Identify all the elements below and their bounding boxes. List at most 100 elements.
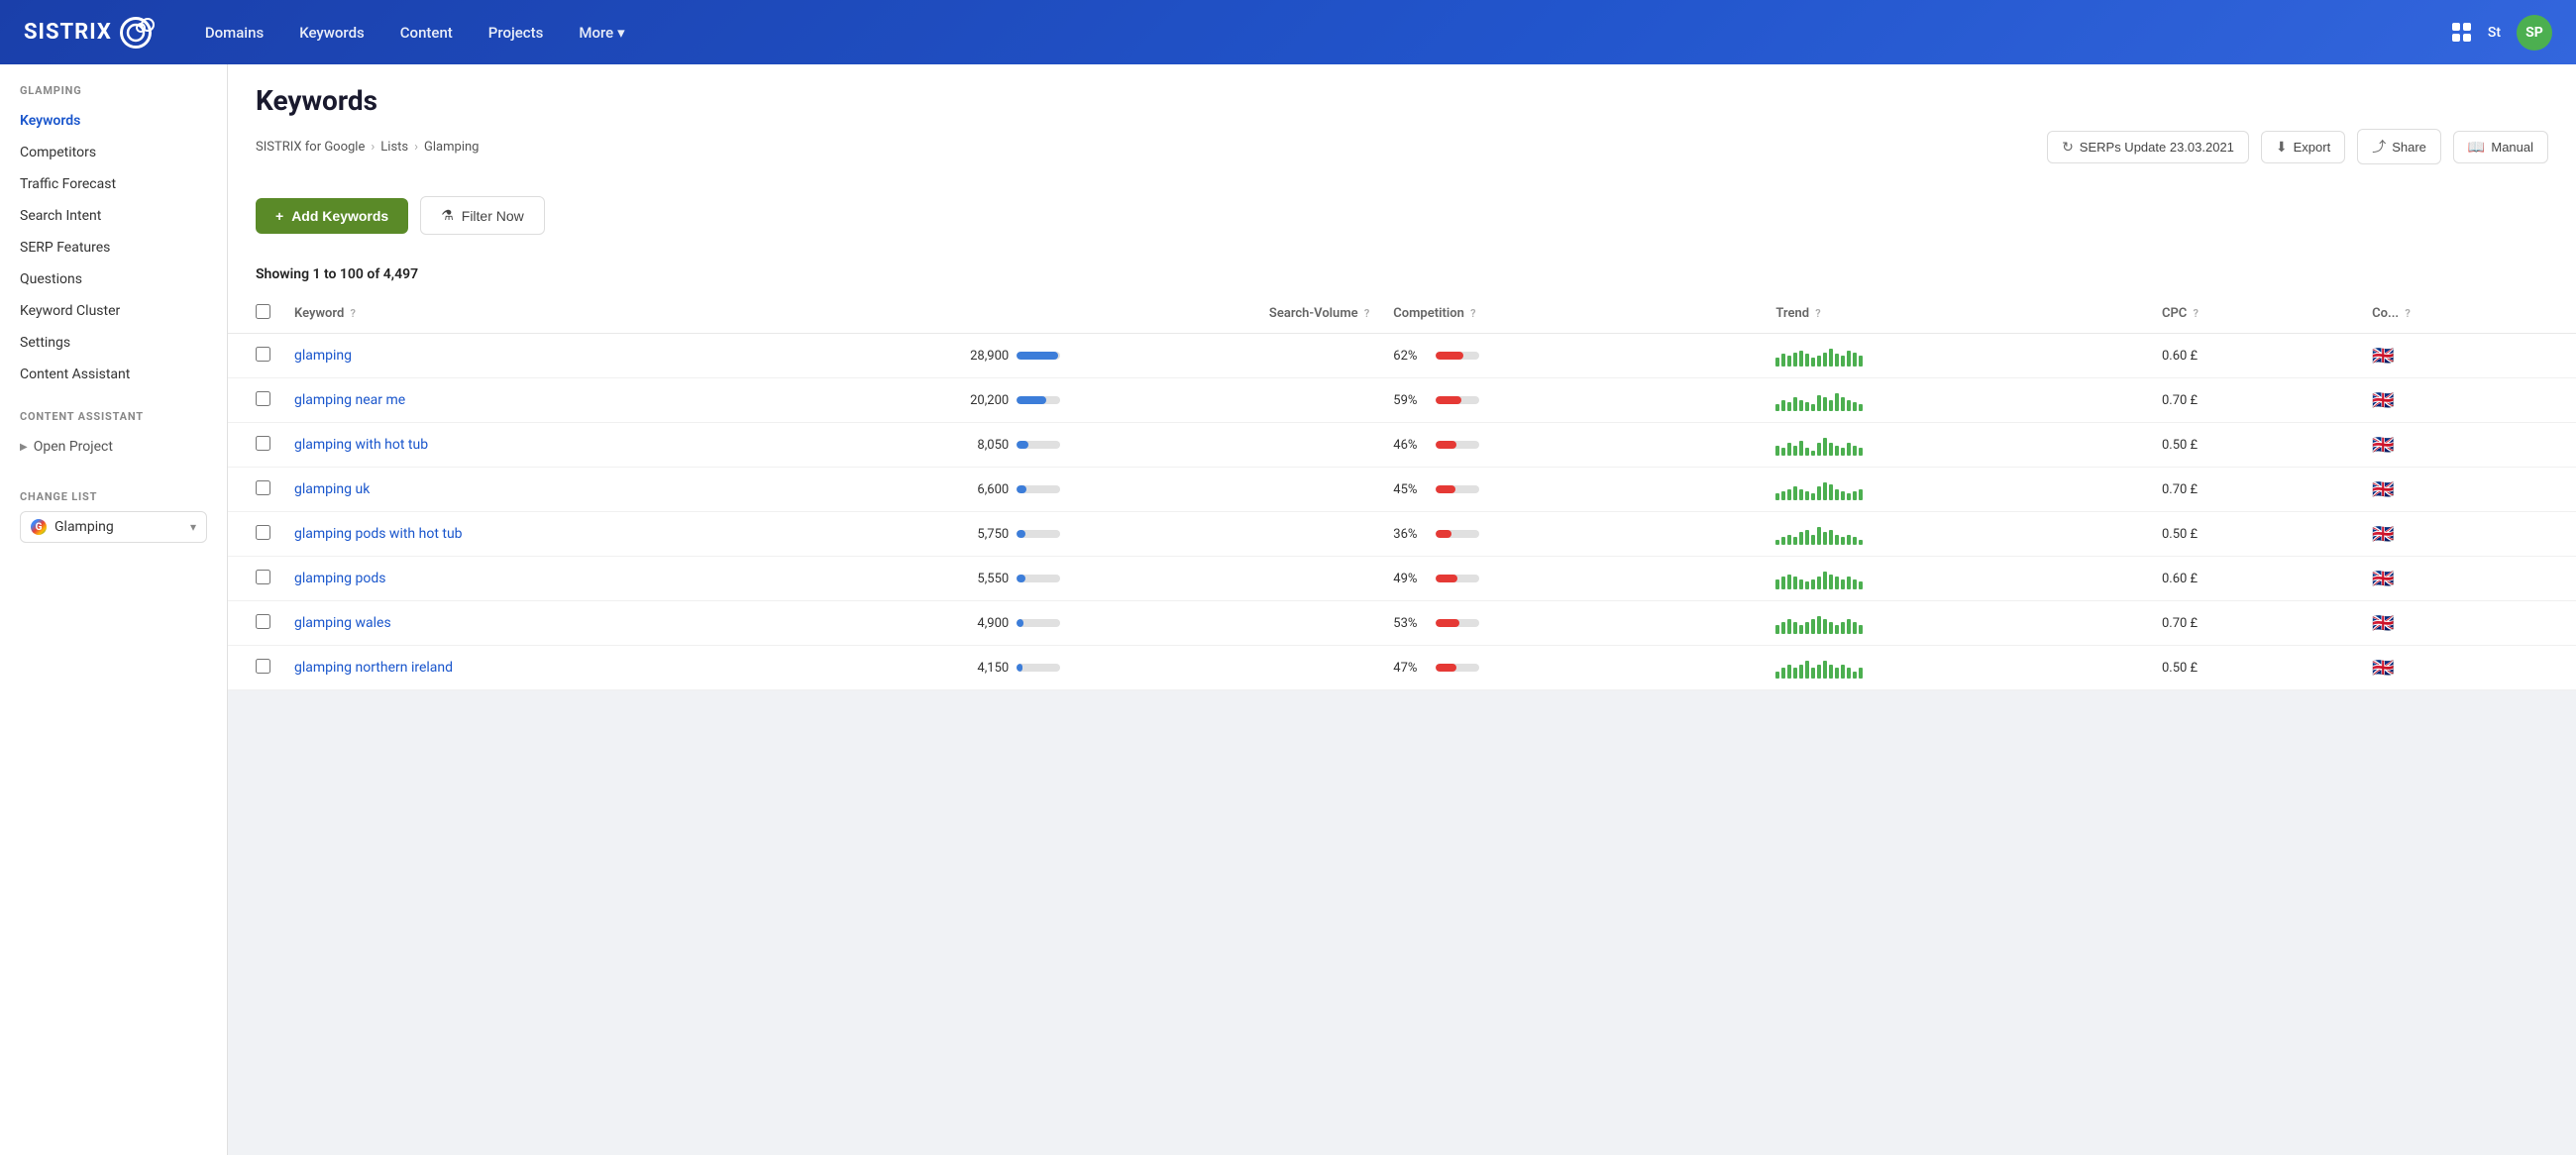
row-checkbox[interactable] (256, 570, 270, 584)
competition-percent: 45% (1393, 482, 1428, 497)
keyword-cell[interactable]: glamping uk (282, 468, 949, 512)
keyword-help-icon[interactable]: ? (351, 307, 356, 320)
serps-update-button[interactable]: ↻ SERPs Update 23.03.2021 (2047, 131, 2249, 163)
row-checkbox-cell[interactable] (228, 423, 282, 468)
row-checkbox[interactable] (256, 436, 270, 451)
avatar[interactable]: SP (2517, 15, 2552, 51)
filter-now-button[interactable]: ⚗ Filter Now (420, 196, 545, 235)
trend-sparkline (1775, 657, 2138, 679)
plus-icon: + (275, 208, 283, 224)
cpc-cell: 0.50 £ (2150, 512, 2360, 557)
row-checkbox[interactable] (256, 525, 270, 540)
grid-icon[interactable] (2452, 23, 2472, 43)
sidebar-item-keywords[interactable]: Keywords (0, 105, 227, 137)
share-button[interactable]: ⤴ Share (2357, 129, 2441, 164)
keyword-cell[interactable]: glamping wales (282, 601, 949, 646)
sidebar-item-traffic-forecast[interactable]: Traffic Forecast (0, 168, 227, 200)
export-button[interactable]: ⬇ Export (2261, 131, 2345, 163)
trend-cell (1764, 557, 2150, 601)
sidebar-item-keyword-cluster[interactable]: Keyword Cluster (0, 295, 227, 327)
row-checkbox-cell[interactable] (228, 601, 282, 646)
keyword-text[interactable]: glamping (294, 348, 352, 364)
row-checkbox[interactable] (256, 391, 270, 406)
breadcrumb-lists[interactable]: Lists (380, 140, 408, 155)
cpc-cell: 0.60 £ (2150, 334, 2360, 378)
row-checkbox[interactable] (256, 480, 270, 495)
trend-help-icon[interactable]: ? (1815, 307, 1820, 320)
volume-help-icon[interactable]: ? (1364, 307, 1369, 320)
header-actions: ↻ SERPs Update 23.03.2021 ⬇ Export ⤴ Sha… (2047, 129, 2548, 164)
list-selector[interactable]: G Glamping ▾ (20, 511, 207, 543)
nav-more[interactable]: More ▾ (565, 18, 638, 48)
sidebar-item-questions[interactable]: Questions (0, 263, 227, 295)
keyword-text[interactable]: glamping northern ireland (294, 660, 453, 676)
sidebar-item-settings[interactable]: Settings (0, 327, 227, 359)
nav-projects[interactable]: Projects (475, 18, 558, 48)
keyword-text[interactable]: glamping wales (294, 615, 391, 631)
row-checkbox[interactable] (256, 614, 270, 629)
competition-percent: 59% (1393, 393, 1428, 408)
competition-cell: 46% (1381, 423, 1764, 468)
row-checkbox[interactable] (256, 347, 270, 362)
select-all-header[interactable] (228, 294, 282, 334)
breadcrumb-sistrix[interactable]: SISTRIX for Google (256, 140, 365, 155)
keyword-text[interactable]: glamping with hot tub (294, 437, 428, 453)
nav-domains[interactable]: Domains (191, 18, 277, 48)
trend-cell (1764, 601, 2150, 646)
volume-number: 4,900 (961, 616, 1009, 631)
add-keywords-button[interactable]: + Add Keywords (256, 198, 408, 234)
keyword-cell[interactable]: glamping pods with hot tub (282, 512, 949, 557)
nav-keywords[interactable]: Keywords (285, 18, 378, 48)
st-label[interactable]: St (2488, 25, 2501, 41)
row-checkbox-cell[interactable] (228, 512, 282, 557)
competition-help-icon[interactable]: ? (1470, 307, 1475, 320)
country-cell: 🇬🇧 (2360, 334, 2576, 378)
keyword-cell[interactable]: glamping (282, 334, 949, 378)
keyword-cell[interactable]: glamping pods (282, 557, 949, 601)
row-checkbox[interactable] (256, 659, 270, 674)
keyword-text[interactable]: glamping near me (294, 392, 405, 408)
competition-cell: 53% (1381, 601, 1764, 646)
competition-bar (1436, 575, 1457, 582)
open-project[interactable]: Open Project (0, 431, 227, 463)
keyword-cell[interactable]: glamping near me (282, 378, 949, 423)
volume-cell: 6,600 (949, 468, 1381, 512)
volume-number: 8,050 (961, 438, 1009, 453)
cpc-help-icon[interactable]: ? (2194, 307, 2199, 320)
select-all-checkbox[interactable] (256, 304, 270, 319)
trend-sparkline (1775, 478, 2138, 500)
competition-cell: 45% (1381, 468, 1764, 512)
cpc-value: 0.70 £ (2162, 482, 2198, 497)
sidebar-item-search-intent[interactable]: Search Intent (0, 200, 227, 232)
share-icon: ⤴ (2372, 137, 2386, 157)
volume-bar-bg (1017, 441, 1060, 449)
volume-number: 5,750 (961, 527, 1009, 542)
row-checkbox-cell[interactable] (228, 468, 282, 512)
sidebar-item-serp-features[interactable]: SERP Features (0, 232, 227, 263)
country-cell: 🇬🇧 (2360, 468, 2576, 512)
trend-cell (1764, 334, 2150, 378)
nav-content[interactable]: Content (386, 18, 467, 48)
cpc-value: 0.60 £ (2162, 349, 2198, 364)
competition-bar (1436, 485, 1455, 493)
trend-cell (1764, 646, 2150, 690)
keyword-cell[interactable]: glamping with hot tub (282, 423, 949, 468)
row-checkbox-cell[interactable] (228, 378, 282, 423)
keyword-cell[interactable]: glamping northern ireland (282, 646, 949, 690)
manual-button[interactable]: 📖 Manual (2453, 131, 2548, 163)
keyword-text[interactable]: glamping uk (294, 481, 370, 497)
cpc-value: 0.50 £ (2162, 661, 2198, 676)
keyword-text[interactable]: glamping pods with hot tub (294, 526, 463, 542)
row-checkbox-cell[interactable] (228, 646, 282, 690)
volume-cell: 4,900 (949, 601, 1381, 646)
volume-bar (1017, 352, 1058, 360)
cpc-cell: 0.70 £ (2150, 378, 2360, 423)
competition-bar-bg (1436, 530, 1479, 538)
sidebar-item-content-assistant[interactable]: Content Assistant (0, 359, 227, 390)
keyword-text[interactable]: glamping pods (294, 571, 385, 586)
row-checkbox-cell[interactable] (228, 334, 282, 378)
country-help-icon[interactable]: ? (2405, 307, 2410, 320)
sidebar-item-competitors[interactable]: Competitors (0, 137, 227, 168)
competition-percent: 46% (1393, 438, 1428, 453)
row-checkbox-cell[interactable] (228, 557, 282, 601)
